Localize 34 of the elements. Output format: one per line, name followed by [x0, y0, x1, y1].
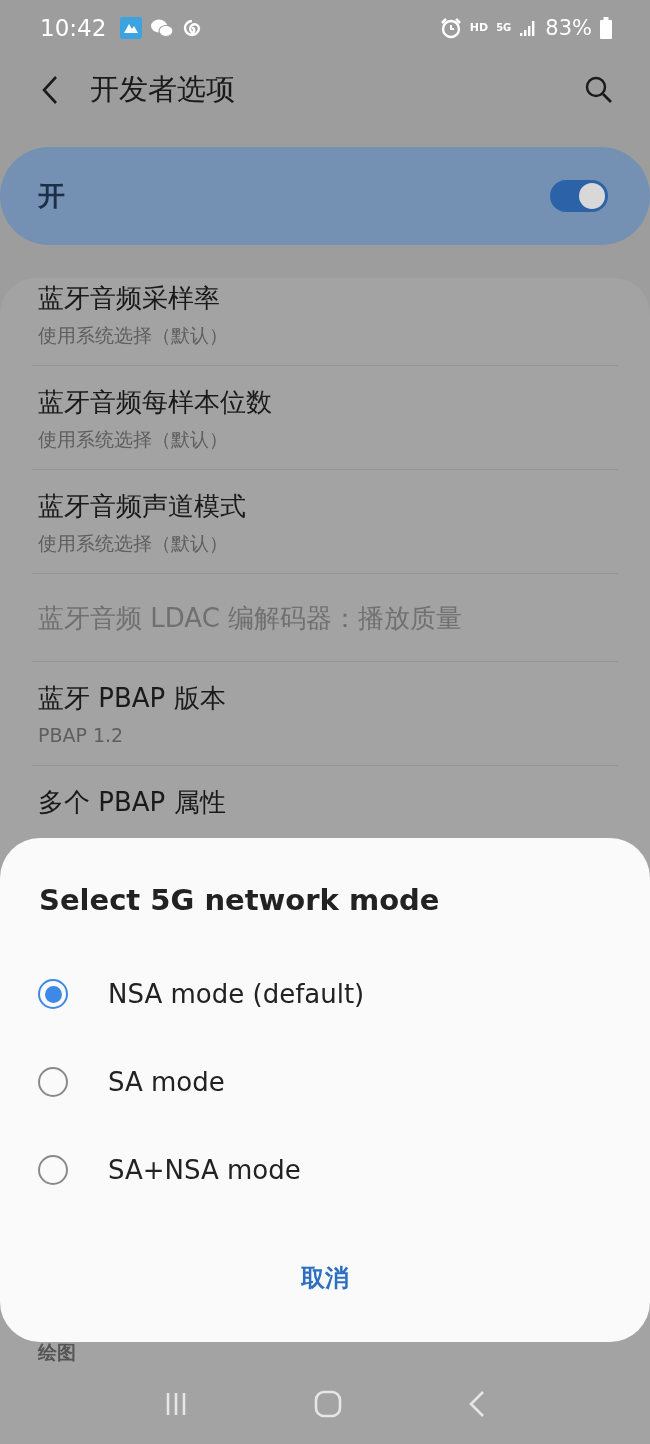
network-label: 5G: [496, 22, 512, 33]
option-label[interactable]: SA+NSA mode: [108, 1155, 301, 1185]
radio-button[interactable]: [38, 1155, 68, 1185]
page-title: 开发者选项: [90, 71, 235, 108]
swirl-icon: [182, 17, 203, 38]
setting-title[interactable]: 蓝牙音频采样率: [38, 280, 612, 316]
radio-button[interactable]: [38, 979, 68, 1009]
section-header: 绘图: [37, 1340, 77, 1365]
setting-title[interactable]: 蓝牙音频每样本位数: [38, 384, 612, 420]
setting-title[interactable]: 蓝牙音频声道模式: [38, 488, 612, 524]
master-switch-bar[interactable]: 开: [0, 147, 650, 245]
setting-title[interactable]: 蓝牙 PBAP 版本: [38, 680, 612, 716]
status-time: 10:42: [40, 14, 107, 41]
cancel-button[interactable]: 取消: [271, 1252, 379, 1304]
home-icon[interactable]: [314, 1390, 342, 1418]
setting-summary: 使用系统选择（默认）: [38, 427, 229, 452]
setting-summary: 使用系统选择（默认）: [38, 531, 229, 556]
app-icon: [120, 16, 143, 39]
back-icon[interactable]: [40, 75, 60, 105]
setting-title[interactable]: 多个 PBAP 属性: [38, 784, 612, 820]
setting-summary: 使用系统选择（默认）: [38, 323, 229, 348]
hd-label: HD: [469, 21, 489, 34]
battery-icon: [600, 16, 612, 39]
setting-summary: PBAP 1.2: [38, 723, 125, 748]
switch-label: 开: [38, 179, 65, 213]
alarm-icon: [439, 16, 462, 39]
radio-button[interactable]: [38, 1067, 68, 1097]
dialog-title: Select 5G network mode: [38, 882, 441, 919]
search-icon[interactable]: [584, 75, 614, 105]
toggle-switch[interactable]: [550, 180, 608, 212]
chat-icon: [150, 17, 175, 38]
option-label[interactable]: SA mode: [108, 1067, 225, 1097]
option-label[interactable]: NSA mode (default): [108, 979, 365, 1009]
battery-percent: 83%: [545, 15, 592, 40]
